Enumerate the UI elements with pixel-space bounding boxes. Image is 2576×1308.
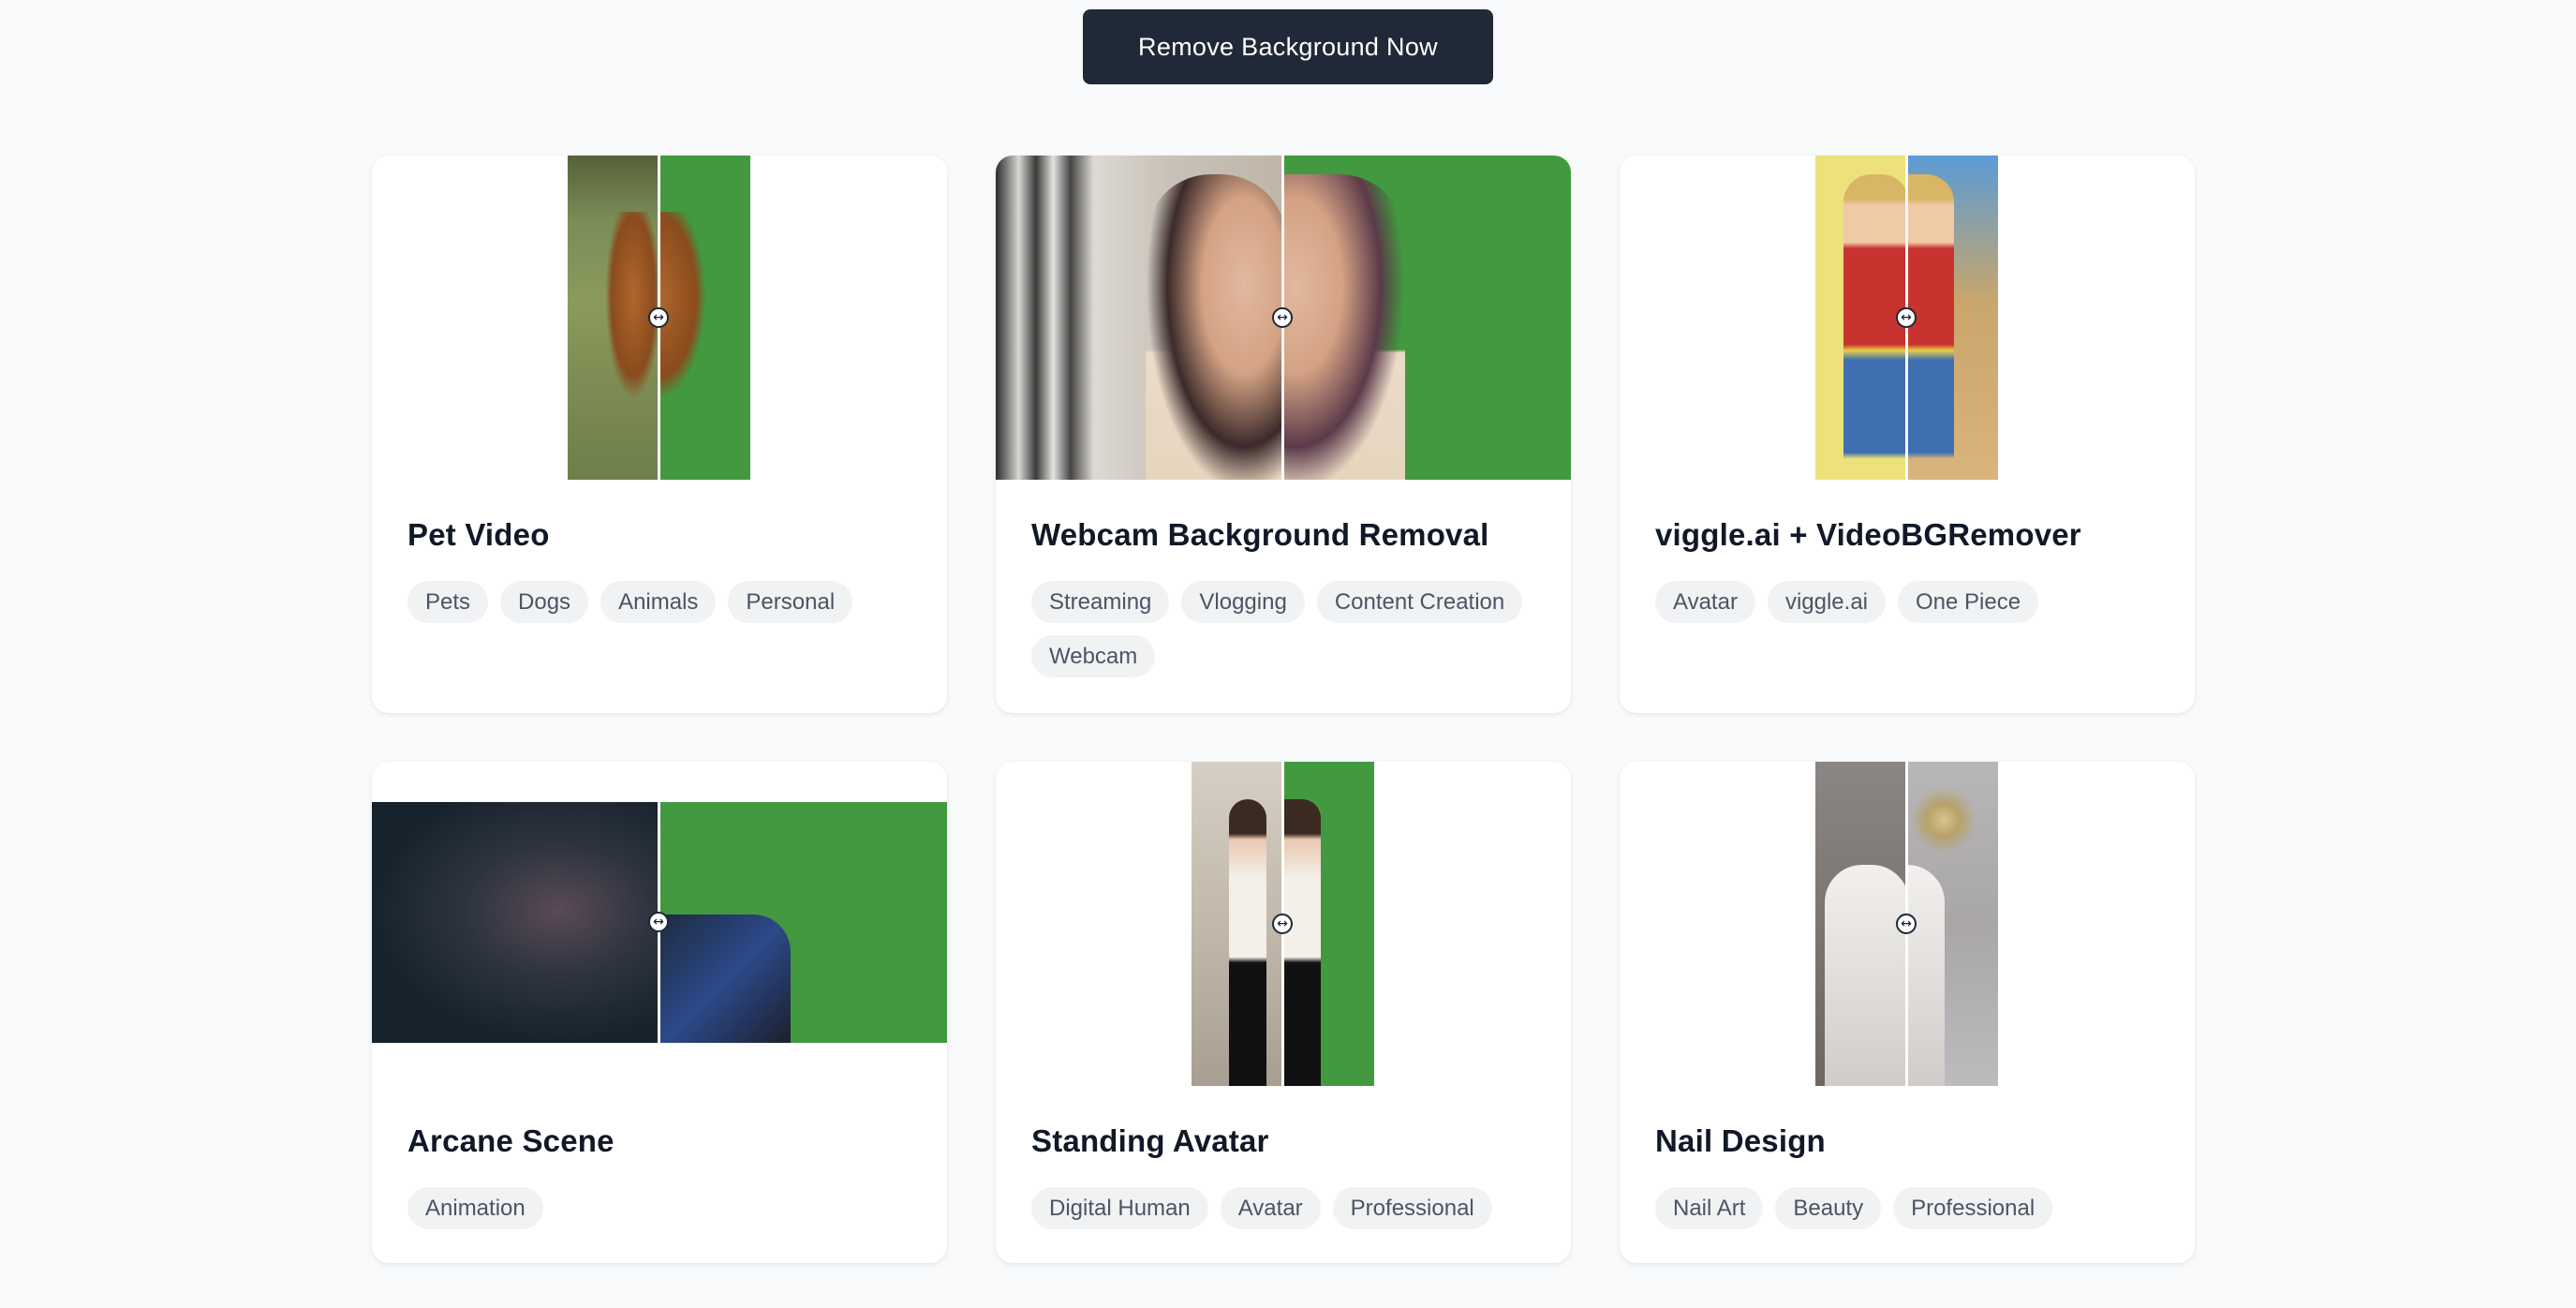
- removed-half: [659, 802, 947, 1043]
- tag: Dogs: [500, 581, 589, 623]
- original-half: [568, 156, 661, 480]
- cta-container: Remove Background Now: [0, 9, 2576, 84]
- left-right-arrow-icon[interactable]: ↔: [648, 307, 669, 328]
- tag-list: Avatar viggle.ai One Piece: [1655, 581, 2180, 623]
- card-title: Webcam Background Removal: [1031, 517, 1489, 552]
- video-frame: ↔: [996, 156, 1571, 480]
- tag: viggle.ai: [1767, 581, 1886, 623]
- tag: Webcam: [1031, 635, 1156, 677]
- example-gallery: ↔ Pet Video Pets Dogs Animals Personal ↔…: [372, 156, 2195, 1263]
- example-card-nail-design[interactable]: ↔ Nail Design Nail Art Beauty Profession…: [1620, 762, 2195, 1263]
- video-frame: ↔: [372, 802, 947, 1043]
- tag: One Piece: [1898, 581, 2039, 623]
- tag-list: Nail Art Beauty Professional: [1655, 1187, 2180, 1229]
- original-half: [1192, 762, 1283, 1086]
- left-right-arrow-icon[interactable]: ↔: [648, 912, 669, 932]
- original-half: [372, 802, 659, 1043]
- card-title: Nail Design: [1655, 1123, 1826, 1158]
- left-right-arrow-icon[interactable]: ↔: [1272, 914, 1293, 934]
- tag: Digital Human: [1031, 1187, 1208, 1229]
- tag-list: Digital Human Avatar Professional: [1031, 1187, 1556, 1229]
- card-title: viggle.ai + VideoBGRemover: [1655, 517, 2081, 552]
- video-frame: ↔: [1815, 762, 1998, 1086]
- left-right-arrow-icon[interactable]: ↔: [1896, 307, 1917, 328]
- tag: Professional: [1332, 1187, 1492, 1229]
- before-after-preview[interactable]: ↔: [996, 156, 1571, 480]
- example-card-viggle[interactable]: ↔ viggle.ai + VideoBGRemover Avatar vigg…: [1620, 156, 2195, 713]
- tag: Pets: [407, 581, 489, 623]
- before-after-preview[interactable]: ↔: [372, 156, 947, 480]
- example-card-standing-avatar[interactable]: ↔ Standing Avatar Digital Human Avatar P…: [996, 762, 1571, 1263]
- before-after-preview[interactable]: ↔: [996, 762, 1571, 1086]
- tag: Professional: [1893, 1187, 2053, 1229]
- video-frame: ↔: [1815, 156, 1998, 480]
- tag-list: Streaming Vlogging Content Creation Webc…: [1031, 581, 1556, 677]
- removed-half: [1283, 762, 1374, 1086]
- tag: Content Creation: [1316, 581, 1523, 623]
- card-title: Standing Avatar: [1031, 1123, 1269, 1158]
- video-frame: ↔: [568, 156, 750, 480]
- tag: Avatar: [1220, 1187, 1321, 1229]
- tag-list: Animation: [407, 1187, 932, 1229]
- tag: Beauty: [1775, 1187, 1882, 1229]
- tag: Animals: [600, 581, 717, 623]
- example-card-arcane[interactable]: ↔ Arcane Scene Animation: [372, 762, 947, 1263]
- before-after-preview[interactable]: ↔: [1620, 156, 2195, 480]
- removed-half: [1907, 156, 1998, 480]
- tag: Streaming: [1031, 581, 1170, 623]
- removed-half: [659, 156, 750, 480]
- example-card-webcam[interactable]: ↔ Webcam Background Removal Streaming Vl…: [996, 156, 1571, 713]
- tag-list: Pets Dogs Animals Personal: [407, 581, 932, 623]
- tag: Avatar: [1655, 581, 1755, 623]
- remove-background-button[interactable]: Remove Background Now: [1083, 9, 1493, 84]
- original-half: [1815, 156, 1909, 480]
- left-right-arrow-icon[interactable]: ↔: [1272, 307, 1293, 328]
- original-half: [996, 156, 1286, 480]
- tag: Nail Art: [1655, 1187, 1764, 1229]
- tag: Animation: [407, 1187, 543, 1229]
- before-after-preview[interactable]: ↔: [372, 762, 947, 1086]
- removed-half: [1283, 156, 1571, 480]
- video-frame: ↔: [1192, 762, 1374, 1086]
- left-right-arrow-icon[interactable]: ↔: [1896, 914, 1917, 934]
- card-title: Pet Video: [407, 517, 550, 552]
- original-half: [1815, 762, 1909, 1086]
- example-card-pet-video[interactable]: ↔ Pet Video Pets Dogs Animals Personal: [372, 156, 947, 713]
- card-title: Arcane Scene: [407, 1123, 614, 1158]
- removed-half: [1907, 762, 1998, 1086]
- tag: Personal: [728, 581, 853, 623]
- tag: Vlogging: [1181, 581, 1305, 623]
- before-after-preview[interactable]: ↔: [1620, 762, 2195, 1086]
